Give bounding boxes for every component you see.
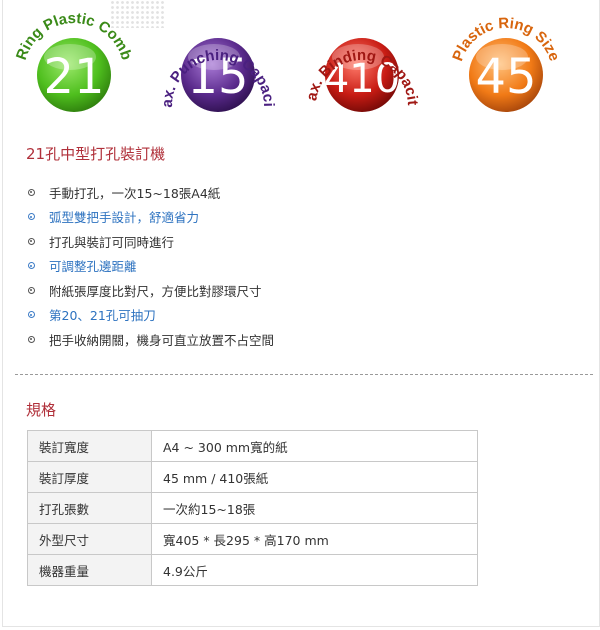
spec-table: 裝訂寬度 A4 ~ 300 mm寬的紙 裝訂厚度 45 mm / 410張紙 打孔張… [27, 430, 478, 586]
table-row: 打孔張數 一次約15~18張 [27, 492, 478, 524]
feature-item: 手動打孔，一次15~18張A4紙 [24, 180, 274, 205]
feature-item: 弧型雙把手設計，舒適省力 [24, 205, 274, 230]
spec-value: 4.9公斤 [151, 554, 478, 586]
spec-value: A4 ~ 300 mm寬的紙 [151, 430, 478, 462]
bullet-icon [28, 188, 35, 196]
product-title: 21孔中型打孔裝訂機 [26, 145, 166, 163]
badge-number: 21 [43, 49, 104, 105]
table-row: 外型尺寸 寬405 * 長295 * 高170 mm [27, 523, 478, 555]
badge-max-binding-capacity: 410 Max. Binding Capacity [290, 2, 430, 130]
feature-item: 把手收納開關，機身可直立放置不占空間 [24, 327, 274, 352]
badge-number: 45 [475, 49, 536, 105]
spec-label: 裝訂厚度 [27, 461, 152, 493]
spec-value: 一次約15~18張 [151, 492, 478, 524]
spec-label: 外型尺寸 [27, 523, 152, 555]
badge-plastic-ring-size: 45 Plastic Ring Size [434, 2, 574, 130]
bullet-icon [28, 286, 35, 294]
badge-max-punching-capacity: 15 Max. Punching Capacity [146, 2, 286, 130]
table-row: 裝訂寬度 A4 ~ 300 mm寬的紙 [27, 430, 478, 462]
feature-item: 可調整孔邊距離 [24, 254, 274, 279]
section-divider [15, 374, 593, 375]
bullet-icon [28, 262, 35, 270]
feature-text: 可調整孔邊距離 [49, 259, 137, 275]
spec-value: 45 mm / 410張紙 [151, 461, 478, 493]
spec-value: 寬405 * 長295 * 高170 mm [151, 523, 478, 555]
feature-text: 把手收納開關，機身可直立放置不占空間 [49, 332, 275, 348]
bullet-icon [28, 237, 35, 245]
bullet-icon [28, 213, 35, 221]
bullet-icon [28, 335, 35, 343]
feature-list: 手動打孔，一次15~18張A4紙 弧型雙把手設計，舒適省力 打孔與裝訂可同時進行… [24, 180, 274, 352]
feature-text: 附紙張厚度比對尺，方便比對膠環尺寸 [49, 283, 262, 299]
spec-title: 規格 [26, 401, 57, 419]
feature-text: 第20、21孔可抽刀 [49, 308, 156, 324]
feature-item: 第20、21孔可抽刀 [24, 303, 274, 328]
feature-text: 打孔與裝訂可同時進行 [49, 234, 175, 250]
spec-label: 打孔張數 [27, 492, 152, 524]
bullet-icon [28, 311, 35, 319]
spec-label: 機器重量 [27, 554, 152, 586]
table-row: 裝訂厚度 45 mm / 410張紙 [27, 461, 478, 493]
feature-item: 打孔與裝訂可同時進行 [24, 229, 274, 254]
spec-label: 裝訂寬度 [27, 430, 152, 462]
feature-text: 手動打孔，一次15~18張A4紙 [49, 185, 221, 201]
badge-ring-plastic-comb: 21 Ring Plastic Comb [2, 2, 142, 130]
table-row: 機器重量 4.9公斤 [27, 554, 478, 586]
feature-item: 附紙張厚度比對尺，方便比對膠環尺寸 [24, 278, 274, 303]
feature-text: 弧型雙把手設計，舒適省力 [49, 210, 200, 226]
